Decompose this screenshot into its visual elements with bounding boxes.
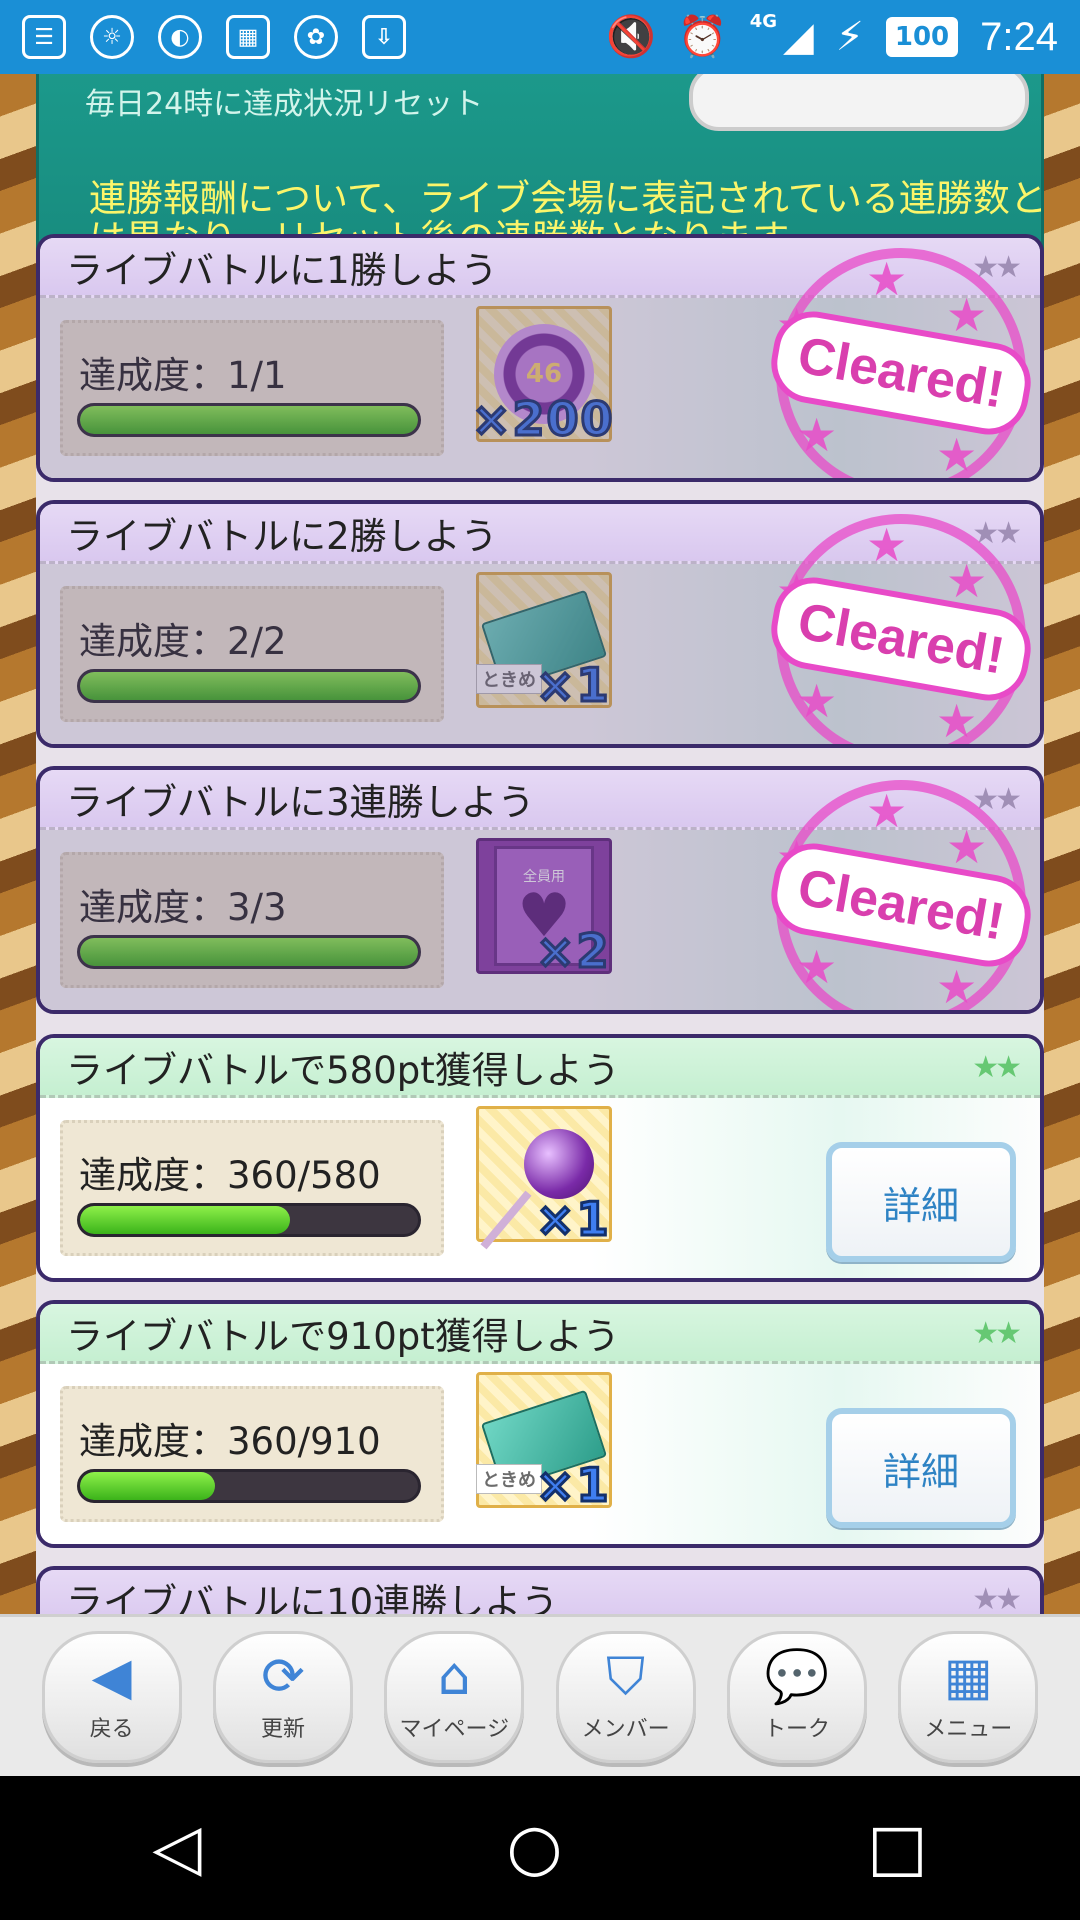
progress-bar xyxy=(77,935,421,969)
network-type: 4G xyxy=(749,10,777,32)
mission-list[interactable]: 毎日24時に達成状況リセット 連勝報酬について、ライブ会場に表記されている連勝数… xyxy=(36,74,1044,1614)
progress-label: 達成度：360/910 xyxy=(79,1420,381,1463)
nav-menu-button[interactable]: ▦ メニュー xyxy=(898,1630,1039,1763)
clock: 7:24 xyxy=(980,14,1058,59)
progress-bar xyxy=(77,1203,421,1237)
detail-button[interactable]: 詳細 xyxy=(826,1408,1016,1528)
reward-quantity: ×200 xyxy=(471,391,615,448)
mission-card[interactable]: ライブバトルで910pt獲得しよう ★★ 達成度：360/910 ときめ ×1 … xyxy=(36,1300,1044,1548)
progress-label: 達成度：1/1 xyxy=(79,354,287,397)
weather-icon: ☼ xyxy=(90,15,134,59)
mute-icon: 🔇 xyxy=(606,14,656,60)
progress-bar xyxy=(77,403,421,437)
nav-talk-button[interactable]: 💬 トーク xyxy=(726,1630,867,1763)
mission-card[interactable]: ライブバトルで580pt獲得しよう ★★ 達成度：360/580 ×1 詳細 xyxy=(36,1034,1044,1282)
nav-label: 戻る xyxy=(89,1716,134,1742)
progress-fill xyxy=(80,406,418,434)
progress-box: 達成度：1/1 xyxy=(60,320,444,456)
download-icon: ⇩ xyxy=(362,15,406,59)
app-icon: ◐ xyxy=(158,15,202,59)
mission-card[interactable]: ライブバトルに10連勝しよう ★★ xyxy=(36,1566,1044,1614)
calendar-icon: ▦ xyxy=(226,15,270,59)
progress-box: 達成度：360/910 xyxy=(60,1386,444,1522)
reward-quantity: ×1 xyxy=(535,1457,611,1514)
battery-indicator: 100 xyxy=(885,17,959,57)
rank-stars-icon: ★★ xyxy=(972,1050,1022,1085)
system-back-icon[interactable]: ◁ xyxy=(152,1816,201,1880)
notice-pill-button[interactable] xyxy=(689,74,1029,131)
reset-notice-heading: 毎日24時に達成状況リセット xyxy=(85,87,484,122)
status-bar: ☰ ☼ ◐ ▦ ✿ ⇩ 🔇 ⏰ 4G ◢ ⚡ 100 7:24 xyxy=(0,0,1080,74)
reward-quantity: ×1 xyxy=(535,1191,611,1248)
cleared-stamp: ★★ ★★ ★ Cleared! xyxy=(764,514,1038,744)
nav-back-button[interactable]: ◀ 戻る xyxy=(41,1630,182,1763)
cleared-stamp: ★★ ★★ ★ Cleared! xyxy=(764,780,1038,1010)
progress-fill xyxy=(80,1472,216,1500)
contacts-icon: ☰ xyxy=(22,15,66,59)
reward-tag: ときめ xyxy=(476,1464,542,1494)
progress-label: 達成度：360/580 xyxy=(79,1154,381,1197)
progress-label: 達成度：2/2 xyxy=(79,620,287,663)
cleared-stamp: ★★ ★★ ★ Cleared! xyxy=(764,248,1038,478)
lollipop-icon xyxy=(524,1129,594,1199)
nav-refresh-button[interactable]: ⟳ 更新 xyxy=(212,1630,353,1763)
grid-menu-icon: ▦ xyxy=(943,1646,993,1707)
reward-quantity: ×1 xyxy=(535,657,611,714)
nav-label: トーク xyxy=(763,1716,830,1742)
nav-label: 更新 xyxy=(260,1716,305,1742)
mission-card[interactable]: ライブバトルに1勝しよう ★★ 達成度：1/1 46 ×200 ★★ ★★ ★ … xyxy=(36,234,1044,482)
system-navigation-bar: ◁ ○ □ xyxy=(0,1776,1080,1920)
background-decoration-left xyxy=(0,74,36,1614)
mission-title: ライブバトルで580pt獲得しよう xyxy=(40,1038,1040,1098)
reward-quantity: ×2 xyxy=(535,923,611,980)
bottom-navigation: ◀ 戻る ⟳ 更新 ⌂ マイページ ⛉ メンバー 💬 トーク ▦ メニュー xyxy=(0,1614,1080,1776)
progress-bar xyxy=(77,1469,421,1503)
progress-label: 達成度：3/3 xyxy=(79,886,287,929)
refresh-icon: ⟳ xyxy=(261,1646,305,1707)
progress-fill xyxy=(80,1206,290,1234)
mission-card[interactable]: ライブバトルに3連勝しよう ★★ 達成度：3/3 全員用 ♥ ×2 ★ ★ ★ ★ xyxy=(36,766,1044,1014)
nav-label: マイページ xyxy=(399,1716,510,1742)
system-recents-icon[interactable]: □ xyxy=(867,1816,927,1880)
system-home-icon[interactable]: ○ xyxy=(506,1816,562,1880)
rank-stars-icon: ★★ xyxy=(972,1316,1022,1351)
home-icon: ⌂ xyxy=(437,1646,471,1707)
detail-button[interactable]: 詳細 xyxy=(826,1142,1016,1262)
progress-box: 達成度：3/3 xyxy=(60,852,444,988)
nav-label: メンバー xyxy=(581,1716,670,1742)
charging-icon: ⚡ xyxy=(835,14,864,60)
progress-bar xyxy=(77,669,421,703)
alarm-icon: ⏰ xyxy=(677,14,728,60)
progress-fill xyxy=(80,938,418,966)
reward-tag: ときめ xyxy=(476,664,542,694)
background-decoration-right xyxy=(1044,74,1080,1614)
chat-icon: 💬 xyxy=(764,1646,830,1707)
signal-icon: ◢ xyxy=(783,14,814,60)
nav-member-button[interactable]: ⛉ メンバー xyxy=(555,1630,696,1763)
progress-box: 達成度：2/2 xyxy=(60,586,444,722)
shield-icon: ⛉ xyxy=(606,1646,646,1707)
mission-title: ライブバトルで910pt獲得しよう xyxy=(40,1304,1040,1364)
notification-icons: ☰ ☼ ◐ ▦ ✿ ⇩ xyxy=(22,15,406,59)
back-arrow-icon: ◀ xyxy=(91,1646,132,1707)
app-icon: ✿ xyxy=(294,15,338,59)
progress-box: 達成度：360/580 xyxy=(60,1120,444,1256)
progress-fill xyxy=(80,672,418,700)
rank-stars-icon: ★★ xyxy=(972,1582,1022,1614)
mission-title: ライブバトルに10連勝しよう xyxy=(40,1570,1040,1614)
nav-label: メニュー xyxy=(924,1716,1013,1742)
mission-card[interactable]: ライブバトルに2勝しよう ★★ 達成度：2/2 ときめ ×1 ★★ ★★ ★ xyxy=(36,500,1044,748)
nav-mypage-button[interactable]: ⌂ マイページ xyxy=(384,1630,525,1763)
